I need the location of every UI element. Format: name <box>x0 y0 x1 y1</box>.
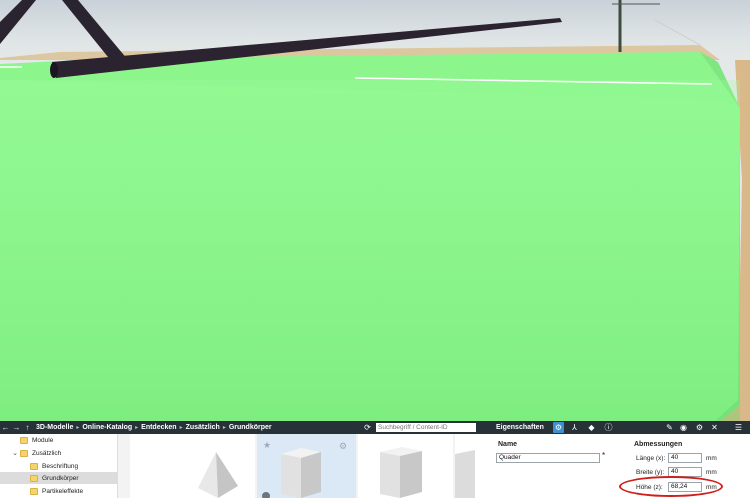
tree-item-grundkoerper[interactable]: Grundkörper <box>0 472 117 484</box>
thumbnail-cube[interactable]: ★ ⚙ <box>257 434 356 498</box>
block-shade <box>0 80 740 421</box>
breadcrumb-3d-modelle[interactable]: 3D-Modelle <box>36 424 73 431</box>
menu-icon[interactable]: ☰ <box>733 422 744 433</box>
gear-icon[interactable]: ⚙ <box>553 422 564 433</box>
breadcrumb-separator-icon: ▸ <box>76 425 80 431</box>
scene-canvas <box>0 0 750 421</box>
tree-item-partikeleffekte[interactable]: Partikeleffekte <box>0 485 117 497</box>
tree-item-label: Zusätzlich <box>32 449 62 457</box>
length-field[interactable]: 40 <box>668 453 702 463</box>
railing <box>654 19 701 46</box>
cube-icon: ★ ⚙ <box>262 440 347 498</box>
tree-item-label: Partikeleffekte <box>42 487 84 495</box>
info-icon[interactable]: ⓘ <box>603 422 614 433</box>
breadcrumb-separator-icon: ▸ <box>179 425 183 431</box>
paint-bucket-icon[interactable]: ◆ <box>586 422 597 433</box>
shape-icon <box>455 450 475 498</box>
tree-item-module[interactable]: Module <box>0 434 117 446</box>
length-label: Länge (x): <box>636 455 666 462</box>
catalog-tree: Module ⌄ Zusätzlich Beschriftung Grundkö… <box>0 434 118 498</box>
length-unit: mm <box>706 455 717 462</box>
tree-item-label: Module <box>32 436 54 444</box>
back-button[interactable]: ← <box>0 421 11 434</box>
name-field[interactable]: Quader <box>496 453 600 463</box>
folder-icon <box>30 474 38 482</box>
pyramid-icon <box>198 452 238 498</box>
settings-icon[interactable]: ⚙ <box>694 422 705 433</box>
tree-item-label: Beschriftung <box>42 462 79 470</box>
axes-icon[interactable]: ⅄ <box>569 422 580 433</box>
pole-end <box>50 62 58 78</box>
svg-text:⚙: ⚙ <box>339 441 347 451</box>
folder-icon <box>20 436 28 444</box>
dimensions-label: Abmessungen <box>634 441 683 448</box>
properties-title: Eigenschaften <box>496 424 544 431</box>
highlight-ellipse <box>619 476 723 497</box>
tree-item-beschriftung[interactable]: Beschriftung <box>0 460 117 472</box>
close-icon[interactable]: ✕ <box>709 422 720 433</box>
chevron-down-icon[interactable]: ⌄ <box>10 449 20 457</box>
svg-text:★: ★ <box>263 440 271 450</box>
folder-icon <box>30 462 38 470</box>
pin-icon[interactable]: ✎ <box>664 422 675 433</box>
search-input[interactable] <box>376 423 476 432</box>
tree-item-zusaetzlich[interactable]: ⌄ Zusätzlich <box>0 447 117 459</box>
breadcrumb-entdecken[interactable]: Entdecken <box>141 424 176 431</box>
eye-icon[interactable]: ◉ <box>678 422 689 433</box>
breadcrumb-separator-icon: ▸ <box>222 425 226 431</box>
name-modified-marker: * <box>602 451 606 460</box>
width-label: Breite (y): <box>636 469 665 476</box>
beam-left <box>0 0 36 44</box>
catalog-thumbnails: ★ ⚙ <box>118 434 487 498</box>
thumbnail-pyramid[interactable] <box>130 434 255 498</box>
forward-button[interactable]: → <box>11 421 22 434</box>
thumbnail-partial[interactable] <box>455 434 487 498</box>
width-unit: mm <box>706 469 717 476</box>
name-label: Name <box>498 441 518 448</box>
catalog-toolbar: ← → ↑ 3D-Modelle ▸ Online-Katalog ▸ Entd… <box>0 421 750 434</box>
breadcrumb-separator-icon: ▸ <box>135 425 139 431</box>
breadcrumb-zusaetzlich[interactable]: Zusätzlich <box>186 424 220 431</box>
breadcrumb-online-katalog[interactable]: Online-Katalog <box>82 424 132 431</box>
cube-icon <box>380 447 422 498</box>
3d-viewport[interactable] <box>0 0 750 421</box>
tree-item-label: Grundkörper <box>42 474 79 482</box>
refresh-icon[interactable]: ⟳ <box>362 421 373 434</box>
folder-icon <box>30 487 38 495</box>
up-button[interactable]: ↑ <box>22 421 33 434</box>
thumbnail-cube-2[interactable] <box>358 434 453 498</box>
breadcrumb-grundkoerper[interactable]: Grundkörper <box>229 424 272 431</box>
folder-icon <box>20 449 28 457</box>
